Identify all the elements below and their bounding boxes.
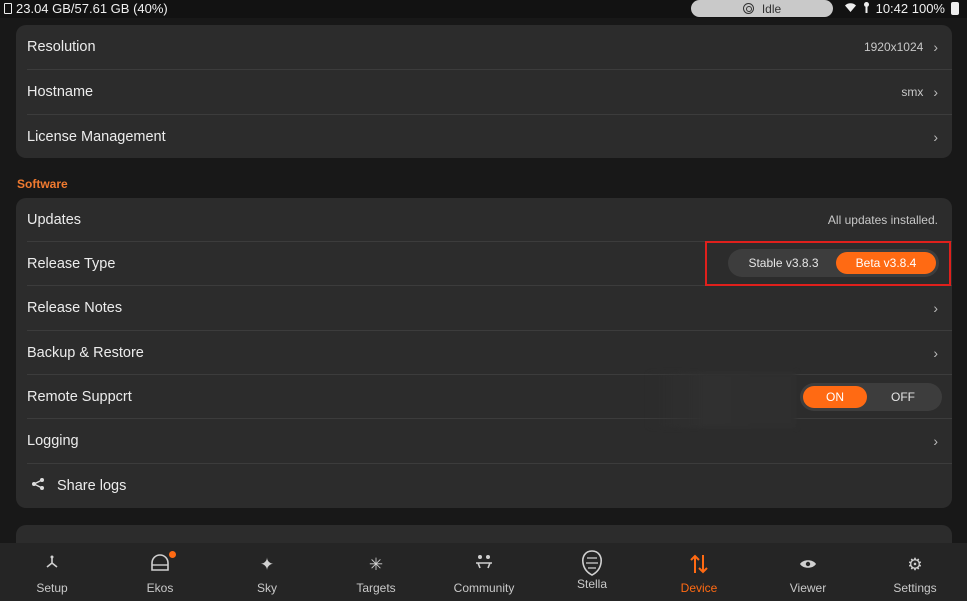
updates-row[interactable]: Updates All updates installed. (16, 198, 952, 242)
remote-support-toggle[interactable]: ON OFF (800, 383, 942, 411)
nav-viewer[interactable]: Viewer (754, 543, 862, 601)
chevron-right-icon: › (933, 84, 938, 100)
logging-row[interactable]: Logging › (16, 419, 952, 463)
battery-icon (951, 2, 959, 15)
resolution-label: Resolution (27, 39, 96, 55)
settings-icon: ⚙ (907, 555, 923, 574)
sky-icon: ✦ (259, 555, 275, 574)
hostname-row[interactable]: Hostname smx › (16, 70, 952, 114)
backup-restore-row[interactable]: Backup & Restore › (16, 331, 952, 375)
idle-status-pill[interactable]: Idle (691, 0, 833, 17)
viewer-icon (799, 553, 817, 577)
location-icon (863, 1, 870, 16)
redacted-area (646, 372, 796, 428)
nav-setup-label: Setup (36, 581, 68, 595)
storage-text: 23.04 GB/57.61 GB (40%) (16, 1, 168, 16)
highlight-annotation (705, 241, 951, 286)
device-icon (689, 553, 709, 577)
target-icon (742, 3, 754, 14)
resolution-value: 1920x1024 (863, 40, 924, 54)
license-management-label: License Management (27, 129, 166, 145)
hostname-label: Hostname (27, 84, 94, 100)
remote-support-label: Remote Suppcrt (27, 389, 132, 405)
chevron-right-icon: › (933, 300, 938, 316)
nav-stella-label: Stella (576, 577, 608, 591)
on-option[interactable]: ON (803, 386, 867, 408)
nav-targets[interactable]: ✳ Targets (322, 543, 430, 601)
stella-icon (579, 549, 605, 577)
ekos-icon (150, 551, 176, 577)
share-icon (31, 477, 45, 496)
device-info-panel: Resolution 1920x1024 › Hostname smx › Lice… (16, 25, 952, 158)
nav-ekos-label: Ekos (146, 581, 174, 595)
nav-community[interactable]: Community (430, 543, 538, 601)
off-option[interactable]: OFF (867, 386, 939, 408)
hostname-value: smx (901, 85, 924, 99)
targets-icon: ✳ (368, 555, 384, 574)
share-logs-row[interactable]: Share logs (16, 464, 952, 508)
nav-community-label: Community (453, 581, 515, 595)
nav-sky-label: Sky (256, 581, 277, 595)
release-type-label: Release Type (27, 256, 116, 272)
notification-dot (169, 551, 176, 558)
nav-targets-label: Targets (356, 581, 396, 595)
updates-label: Updates (27, 212, 82, 228)
nav-device[interactable]: Device (645, 543, 753, 601)
wifi-icon (844, 1, 857, 16)
nav-sky[interactable]: ✦ Sky (213, 543, 321, 601)
chevron-right-icon: › (933, 129, 938, 145)
share-logs-label: Share logs (57, 478, 127, 494)
nav-device-label: Device (680, 581, 718, 595)
community-icon (475, 553, 493, 577)
logging-label: Logging (27, 433, 79, 449)
setup-icon (44, 553, 60, 577)
bottom-navigation: Setup Ekos ✦ Sky ✳ Targets Community Ste… (0, 543, 967, 601)
backup-restore-label: Backup & Restore (27, 345, 144, 361)
nav-setup[interactable]: Setup (0, 543, 106, 601)
time-battery-text: 10:42 100% (875, 1, 945, 16)
release-notes-row[interactable]: Release Notes › (16, 286, 952, 330)
nav-ekos[interactable]: Ekos (106, 543, 214, 601)
chevron-right-icon: › (933, 433, 938, 449)
resolution-row[interactable]: Resolution 1920x1024 › (16, 25, 952, 69)
updates-status: All updates installed. (827, 213, 938, 227)
chevron-right-icon: › (933, 39, 938, 55)
chevron-right-icon: › (933, 345, 938, 361)
nav-stella[interactable]: Stella (538, 543, 646, 601)
software-section-title: Software (17, 177, 68, 191)
nav-viewer-label: Viewer (789, 581, 827, 595)
idle-label: Idle (761, 1, 782, 16)
status-bar: 23.04 GB/57.61 GB (40%) Idle 10:42 100% (0, 0, 967, 18)
release-notes-label: Release Notes (27, 300, 123, 316)
license-management-row[interactable]: License Management › (16, 115, 952, 159)
nav-settings-label: Settings (893, 581, 937, 595)
nav-settings[interactable]: ⚙ Settings (861, 543, 967, 601)
storage-icon (4, 3, 12, 14)
